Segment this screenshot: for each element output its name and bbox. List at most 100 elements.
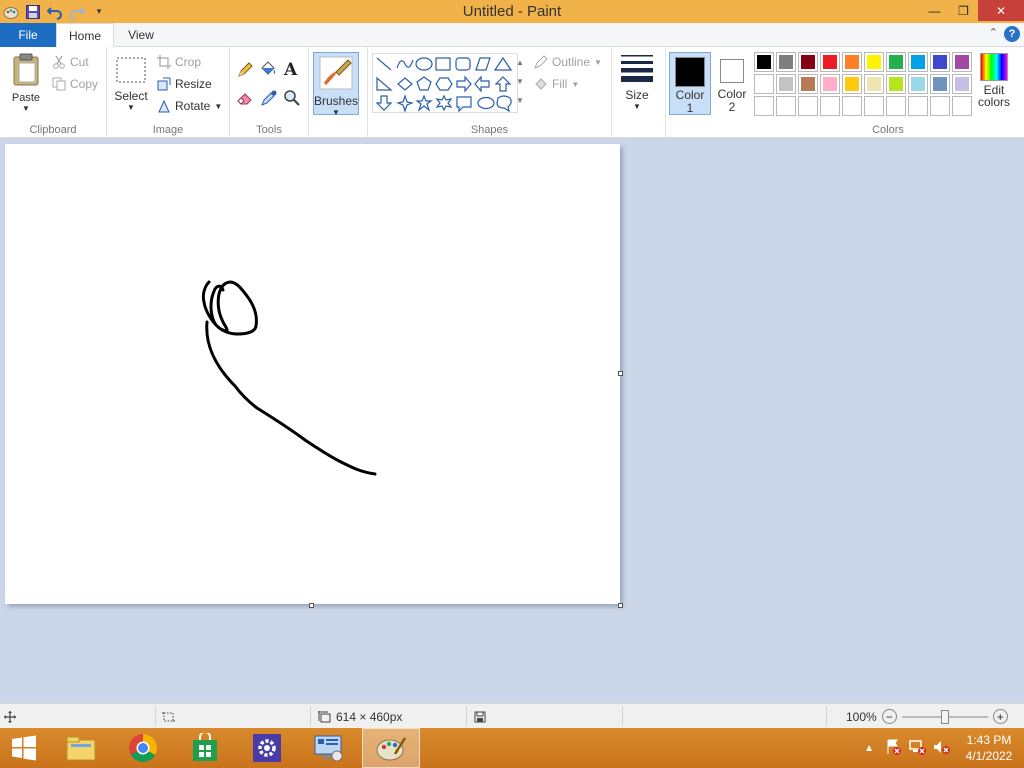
resize-handle-bottom[interactable] (309, 603, 314, 608)
color1-button[interactable]: Color 1 (669, 52, 711, 115)
taskbar-chrome[interactable] (114, 728, 172, 768)
paint-app-icon[interactable] (2, 3, 20, 21)
fill-icon (535, 78, 547, 90)
color-swatch[interactable] (820, 52, 840, 72)
window-controls: — ❐ ✕ (920, 0, 1024, 21)
shapes-scroll[interactable]: ▲ ▼ ▼ (514, 53, 526, 113)
size-group: Size ▼ (612, 47, 666, 138)
color-swatch[interactable] (886, 96, 906, 116)
color-swatch[interactable] (776, 74, 796, 94)
restore-button[interactable]: ❐ (949, 0, 978, 21)
minimize-button[interactable]: — (920, 0, 949, 21)
color-swatch[interactable] (864, 96, 884, 116)
color-swatch[interactable] (930, 52, 950, 72)
color-swatch[interactable] (952, 96, 972, 116)
fill-button[interactable]: Fill ▼ (534, 75, 579, 93)
save-icon[interactable] (24, 3, 42, 21)
selection-icon (162, 712, 175, 721)
zoom-slider[interactable] (901, 709, 988, 724)
tab-view[interactable]: View (116, 23, 166, 47)
copy-button[interactable]: Copy (52, 75, 98, 93)
magnifier-icon[interactable] (283, 89, 301, 110)
help-icon[interactable]: ? (1004, 26, 1020, 42)
color-swatch[interactable] (754, 52, 774, 72)
color-swatch[interactable] (820, 74, 840, 94)
resize-handle-corner[interactable] (618, 603, 623, 608)
outline-button[interactable]: Outline ▼ (534, 53, 602, 71)
drawing-canvas[interactable] (5, 144, 620, 604)
color-swatch[interactable] (908, 74, 928, 94)
selection-size (162, 704, 175, 729)
pencil-icon[interactable] (236, 61, 254, 82)
resize-handle-right[interactable] (618, 371, 623, 376)
taskbar-store[interactable] (176, 728, 234, 768)
clock[interactable]: 1:43 PM 4/1/2022 (954, 732, 1024, 764)
color-swatch[interactable] (842, 74, 862, 94)
brushes-group: Brushes ▼ (309, 47, 368, 138)
color-swatch[interactable] (908, 52, 928, 72)
resize-button[interactable]: Resize (157, 75, 212, 93)
color-swatch[interactable] (930, 74, 950, 94)
line-width-icon (621, 55, 653, 82)
color-swatch[interactable] (886, 52, 906, 72)
fill-bucket-icon[interactable] (259, 60, 277, 81)
action-center-icon[interactable] (884, 738, 902, 759)
color-swatch[interactable] (864, 52, 884, 72)
rotate-button[interactable]: Rotate ▼ (157, 97, 222, 115)
text-tool-icon[interactable]: A (284, 60, 297, 80)
show-hidden-icons-icon[interactable]: ▲ (864, 743, 874, 754)
color-swatch[interactable] (908, 96, 928, 116)
size-button[interactable]: Size ▼ (619, 53, 655, 111)
tab-home[interactable]: Home (56, 23, 114, 47)
redo-icon[interactable] (68, 3, 86, 21)
color-swatch[interactable] (952, 74, 972, 94)
collapse-ribbon-icon[interactable]: ⌃ (989, 26, 998, 39)
customize-toolbar-icon[interactable]: ▾ (90, 3, 108, 21)
color-swatch[interactable] (798, 96, 818, 116)
color-swatch[interactable] (754, 74, 774, 94)
taskbar-control-panel[interactable] (300, 728, 358, 768)
taskbar-settings[interactable] (238, 728, 296, 768)
clipboard-icon (13, 53, 39, 86)
zoom-out-button[interactable]: − (881, 709, 897, 724)
crop-button[interactable]: Crop (157, 53, 201, 71)
undo-icon[interactable] (46, 3, 64, 21)
color-swatch-fill (845, 55, 859, 69)
color-swatch[interactable] (798, 52, 818, 72)
close-button[interactable]: ✕ (978, 0, 1024, 21)
brushes-label: Brushes (314, 94, 359, 108)
color-swatch[interactable] (952, 52, 972, 72)
color-swatch[interactable] (776, 96, 796, 116)
color-swatch[interactable] (842, 52, 862, 72)
color-swatch-fill (757, 99, 771, 113)
color-picker-icon[interactable] (260, 89, 278, 110)
network-icon[interactable] (908, 738, 926, 759)
color-swatch[interactable] (820, 96, 840, 116)
color-swatch[interactable] (754, 96, 774, 116)
color-swatch[interactable] (842, 96, 862, 116)
start-button[interactable] (0, 728, 48, 768)
taskbar-file-explorer[interactable] (52, 728, 110, 768)
tab-file[interactable]: File (0, 23, 56, 47)
select-button[interactable]: Select ▼ (113, 57, 149, 112)
cut-button[interactable]: Cut (52, 53, 89, 71)
edit-colors-button[interactable]: Edit colors (974, 53, 1014, 109)
color2-button[interactable]: Color 2 (712, 52, 752, 115)
color-swatch[interactable] (930, 96, 950, 116)
eraser-icon[interactable] (236, 89, 254, 110)
control-panel-icon (314, 735, 343, 762)
color-swatch[interactable] (886, 74, 906, 94)
zoom-in-button[interactable]: + (992, 709, 1008, 724)
paste-button[interactable]: Paste ▼ (6, 53, 46, 113)
color-swatch[interactable] (798, 74, 818, 94)
title-bar: ▾ Untitled - Paint — ❐ ✕ (0, 0, 1024, 23)
shapes-gallery[interactable] (372, 53, 518, 113)
color-swatch[interactable] (776, 52, 796, 72)
volume-muted-icon[interactable] (932, 738, 950, 759)
brushes-button[interactable]: Brushes ▼ (313, 52, 359, 117)
color-swatch[interactable] (864, 74, 884, 94)
resize-icon (157, 77, 171, 91)
select-label: Select (114, 89, 148, 103)
zoom-slider-thumb[interactable] (940, 709, 949, 724)
taskbar-paint[interactable] (362, 728, 420, 768)
